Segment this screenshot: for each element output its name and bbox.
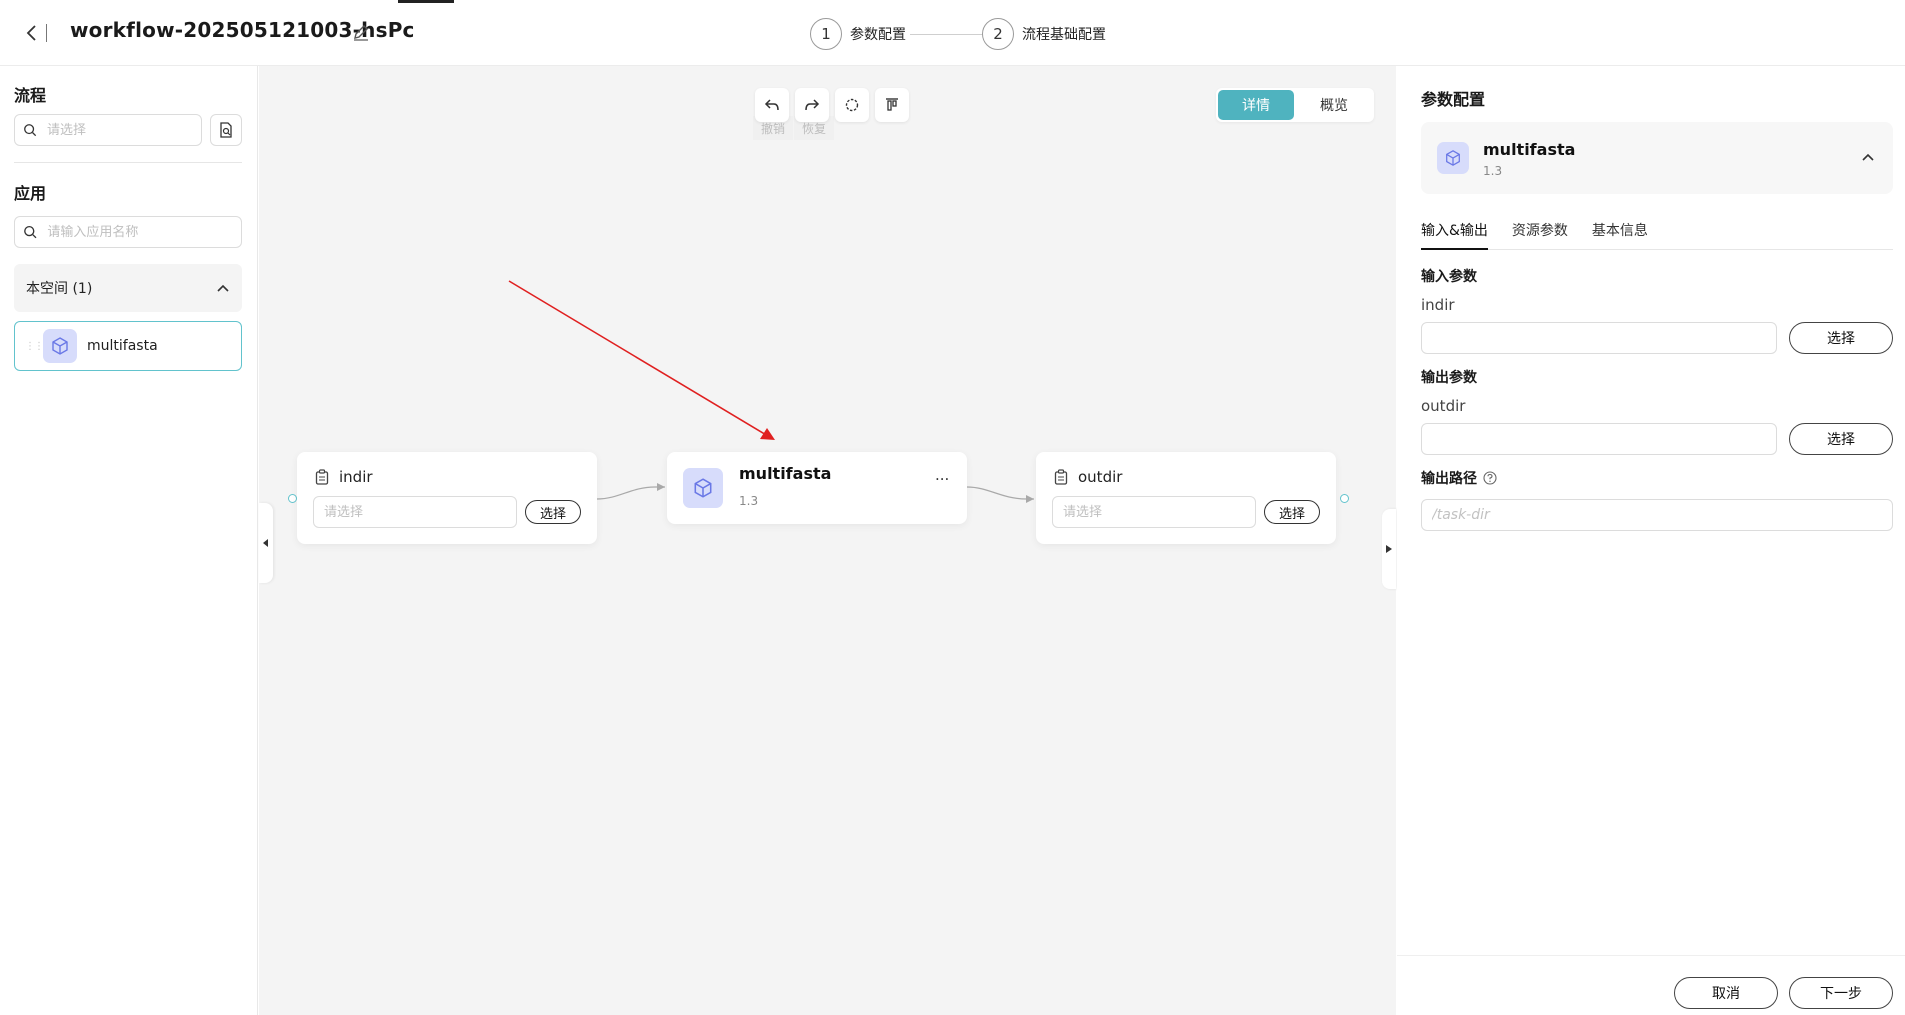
caret-left-icon <box>263 539 268 547</box>
help-icon[interactable] <box>1483 471 1497 485</box>
left-panel-collapse-handle[interactable] <box>259 503 273 583</box>
edge-app-to-output <box>966 486 1034 500</box>
app-section-title: 应用 <box>14 184 47 203</box>
tab-basic-info[interactable]: 基本信息 <box>1592 220 1648 250</box>
app-node[interactable]: multifasta 1.3 ... <box>667 452 967 524</box>
panel-app-cube-icon <box>1437 142 1469 174</box>
output-param-name: outdir <box>1421 397 1466 415</box>
output-node-port[interactable] <box>1340 494 1349 503</box>
input-node-port[interactable] <box>288 494 297 503</box>
top-accent-line <box>398 0 454 3</box>
flow-section-title: 流程 <box>14 86 47 105</box>
output-node[interactable]: outdir 选择 <box>1036 452 1336 544</box>
space-group-header[interactable]: 本空间 (1) <box>14 264 242 312</box>
output-node-header: outdir <box>1054 468 1122 486</box>
search-icon <box>24 124 37 137</box>
input-param-select-button[interactable]: 选择 <box>1789 322 1893 354</box>
step-2-label: 流程基础配置 <box>1022 27 1106 43</box>
app-node-version: 1.3 <box>739 494 759 508</box>
title-separator <box>46 24 47 42</box>
input-node-select-button[interactable]: 选择 <box>525 500 581 524</box>
search-icon <box>24 225 37 239</box>
panel-tabs: 输入&输出 资源参数 基本信息 <box>1421 220 1893 250</box>
next-step-button[interactable]: 下一步 <box>1789 977 1893 1009</box>
edge-arrowhead <box>1026 495 1034 503</box>
input-node-header: indir <box>315 468 373 486</box>
annotation-arrow <box>508 280 769 437</box>
input-node-label: indir <box>339 468 373 486</box>
panel-app-version: 1.3 <box>1483 164 1503 178</box>
chevron-left-icon <box>26 25 36 41</box>
tab-resource-params[interactable]: 资源参数 <box>1512 220 1568 250</box>
input-params-label: 输入参数 <box>1421 269 1477 285</box>
back-button[interactable] <box>20 20 42 46</box>
pencil-icon <box>354 25 368 41</box>
app-search[interactable] <box>14 216 242 248</box>
sidebar-divider <box>14 162 242 163</box>
app-node-cube-icon <box>683 468 723 508</box>
chevron-up-icon <box>217 284 229 292</box>
edge-arrowhead <box>657 483 665 491</box>
output-param-select-button[interactable]: 选择 <box>1789 423 1893 455</box>
clipboard-icon <box>1054 469 1068 485</box>
annotation-arrowhead <box>760 428 775 440</box>
output-path-label: 输出路径 <box>1421 471 1477 487</box>
output-path-input[interactable] <box>1421 499 1893 531</box>
tab-input-output[interactable]: 输入&输出 <box>1421 220 1488 250</box>
cancel-button[interactable]: 取消 <box>1674 977 1778 1009</box>
input-param-field[interactable] <box>1421 322 1777 354</box>
output-param-field[interactable] <box>1421 423 1777 455</box>
app-search-input[interactable] <box>45 223 241 241</box>
output-params-label: 输出参数 <box>1421 370 1477 386</box>
edit-title-button[interactable] <box>352 24 370 42</box>
input-param-name: indir <box>1421 296 1455 314</box>
document-search-icon <box>220 122 232 138</box>
step-2-number: 2 <box>982 18 1014 50</box>
input-node-select[interactable] <box>313 496 517 528</box>
right-panel-collapse-handle[interactable] <box>1382 509 1396 589</box>
step-1[interactable]: 1 参数配置 <box>810 18 906 50</box>
app-cube-icon <box>43 329 77 363</box>
drag-handle-icon[interactable]: ⋮⋮ <box>25 341 44 352</box>
flow-search[interactable] <box>14 114 202 146</box>
app-list-item[interactable]: ⋮⋮ multifasta <box>14 321 242 371</box>
app-list-item-label: multifasta <box>87 338 158 354</box>
flow-search-input[interactable] <box>44 121 201 139</box>
app-node-more-button[interactable]: ... <box>935 466 949 484</box>
clipboard-icon <box>315 469 329 485</box>
panel-app-card[interactable]: multifasta 1.3 <box>1421 122 1893 194</box>
space-group-label: 本空间 (1) <box>26 281 93 297</box>
caret-right-icon <box>1386 545 1392 553</box>
right-panel <box>1397 66 1905 1015</box>
panel-title: 参数配置 <box>1421 90 1486 109</box>
input-node[interactable]: indir 选择 <box>297 452 597 544</box>
left-sidebar <box>0 66 258 1015</box>
output-node-label: outdir <box>1078 468 1123 486</box>
step-2[interactable]: 2 流程基础配置 <box>982 18 1106 50</box>
workflow-canvas[interactable]: 撤销 恢复 详情 概览 indir 选择 <box>259 66 1396 1015</box>
edge-input-to-app <box>596 486 665 500</box>
step-connector <box>910 34 982 35</box>
app-node-name: multifasta <box>739 464 832 483</box>
flow-locate-button[interactable] <box>210 114 242 146</box>
step-1-label: 参数配置 <box>850 27 906 43</box>
output-node-select-button[interactable]: 选择 <box>1264 500 1320 524</box>
step-1-number: 1 <box>810 18 842 50</box>
chevron-up-icon[interactable] <box>1861 152 1875 162</box>
panel-app-name: multifasta <box>1483 140 1576 159</box>
output-path-row: 输出路径 <box>1421 468 1497 488</box>
output-node-select[interactable] <box>1052 496 1256 528</box>
